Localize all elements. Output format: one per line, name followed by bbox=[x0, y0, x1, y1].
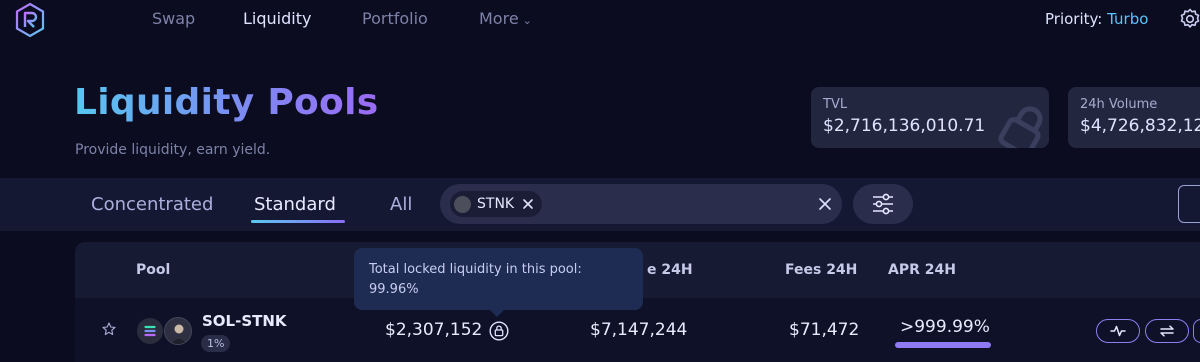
sol-token-icon bbox=[137, 318, 163, 344]
nav-swap[interactable]: Swap bbox=[152, 9, 195, 28]
raydium-logo[interactable] bbox=[14, 2, 46, 38]
tooltip-line1: Total locked liquidity in this pool: bbox=[369, 262, 582, 277]
chevron-down-icon: ⌄ bbox=[522, 14, 532, 27]
tab-concentrated[interactable]: Concentrated bbox=[91, 194, 213, 215]
filter-bar: Concentrated Standard All STNK bbox=[0, 178, 1200, 231]
stnk-token-icon bbox=[454, 195, 471, 213]
swap-arrows-icon bbox=[1160, 325, 1174, 337]
locked-liquidity-tooltip: Total locked liquidity in this pool: 99.… bbox=[354, 248, 643, 317]
nav-more-label: More bbox=[479, 9, 519, 28]
deposit-button[interactable] bbox=[1193, 319, 1200, 343]
nav-portfolio[interactable]: Portfolio bbox=[362, 9, 428, 28]
filter-settings-button[interactable] bbox=[853, 184, 913, 224]
volume-card: 24h Volume $4,726,832,12 bbox=[1068, 87, 1200, 148]
column-apr[interactable]: APR 24H bbox=[888, 262, 956, 278]
column-pool[interactable]: Pool bbox=[136, 262, 170, 278]
activity-icon bbox=[1110, 325, 1126, 337]
volume-value: $4,726,832,12 bbox=[1080, 116, 1200, 136]
pool-name[interactable]: SOL-STNK bbox=[202, 312, 287, 330]
volume-label: 24h Volume bbox=[1080, 97, 1158, 112]
column-fees[interactable]: Fees 24H bbox=[785, 262, 857, 278]
priority-value: Turbo bbox=[1107, 10, 1149, 28]
tooltip-line2: 99.96% bbox=[369, 282, 419, 297]
chip-label: STNK bbox=[477, 196, 515, 212]
fee-tier-badge: 1% bbox=[201, 335, 231, 352]
star-icon[interactable] bbox=[102, 322, 116, 336]
tab-standard[interactable]: Standard bbox=[254, 194, 336, 215]
search-token-chip[interactable]: STNK bbox=[450, 191, 543, 217]
tvl-card: TVL $2,716,136,010.71 bbox=[811, 87, 1049, 148]
apr-24h-value: >999.99% bbox=[900, 317, 990, 337]
column-volume[interactable]: e 24H bbox=[647, 262, 693, 278]
chart-button[interactable] bbox=[1096, 319, 1140, 343]
apr-bar bbox=[895, 342, 991, 348]
sliders-icon bbox=[873, 193, 893, 215]
clear-search-icon[interactable] bbox=[818, 197, 832, 211]
volume-24h-value: $7,147,244 bbox=[590, 320, 688, 340]
priority-selector[interactable]: Priority: Turbo bbox=[1045, 10, 1148, 28]
tooltip-arrow bbox=[490, 310, 504, 317]
liquidity-value: $2,307,152 bbox=[385, 320, 483, 340]
gear-icon[interactable] bbox=[1178, 6, 1200, 32]
priority-label: Priority: bbox=[1045, 10, 1103, 28]
fees-24h-value: $71,472 bbox=[789, 320, 860, 340]
lock-icon bbox=[998, 106, 1043, 148]
nav-more[interactable]: More ⌄ bbox=[479, 9, 532, 28]
stnk-token-icon bbox=[164, 317, 192, 345]
remove-chip-icon[interactable] bbox=[522, 198, 534, 210]
lock-icon[interactable] bbox=[489, 321, 509, 341]
swap-button[interactable] bbox=[1145, 319, 1189, 343]
nav-liquidity[interactable]: Liquidity bbox=[243, 9, 311, 28]
search-input[interactable]: STNK bbox=[440, 184, 842, 224]
page-subtitle: Provide liquidity, earn yield. bbox=[75, 142, 271, 158]
active-tab-indicator bbox=[251, 220, 345, 223]
page-title: Liquidity Pools bbox=[74, 82, 379, 123]
create-pool-button[interactable] bbox=[1178, 185, 1200, 223]
tab-all[interactable]: All bbox=[390, 194, 412, 215]
